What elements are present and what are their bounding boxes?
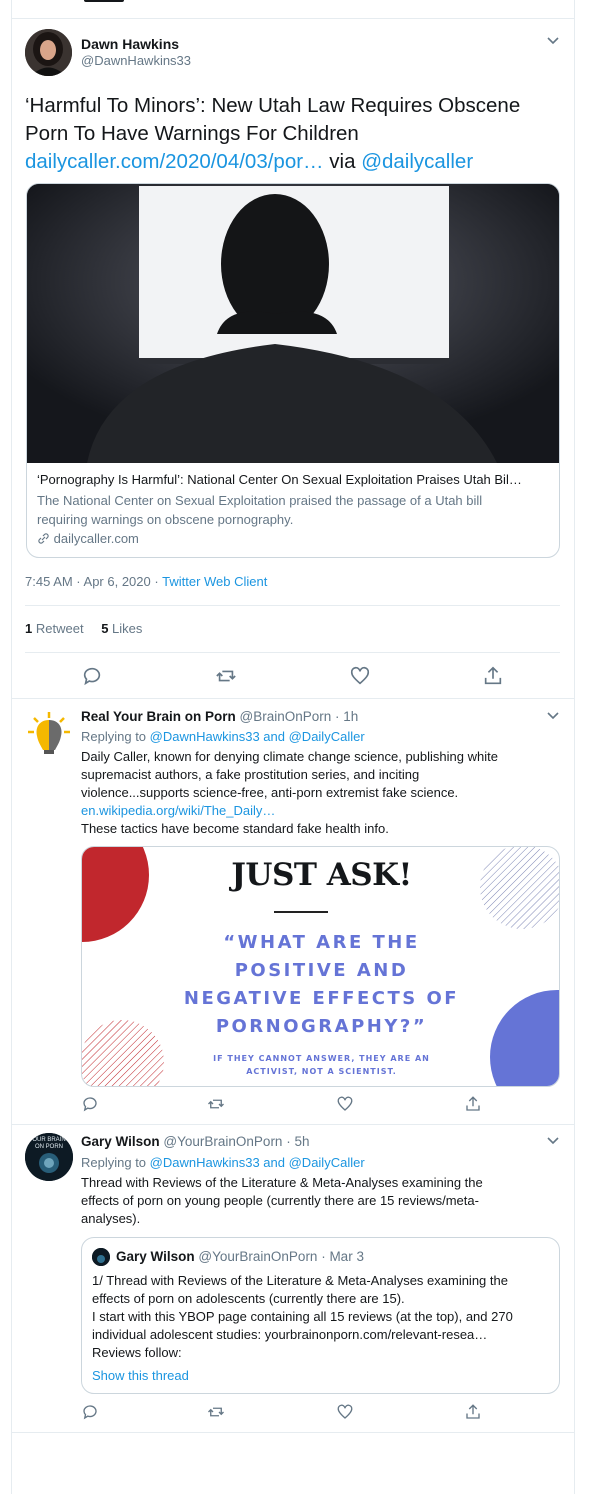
poster-question-line-1: “WHAT ARE THE bbox=[223, 932, 420, 953]
tweet-text-line-2: Porn To Have Warnings For Children bbox=[25, 122, 359, 145]
card-description-line-1: The National Center on Sexual Exploitati… bbox=[37, 493, 483, 508]
reply2-text-line-1: Thread with Reviews of the Literature & … bbox=[81, 1175, 483, 1190]
replying-label: Replying to bbox=[81, 1155, 147, 1170]
link-card[interactable]: ‘Pornography Is Harmful’: National Cente… bbox=[26, 183, 560, 558]
header-remnant bbox=[84, 0, 124, 2]
attached-image[interactable]: JUST ASK! “WHAT ARE THE POSITIVE AND NEG… bbox=[81, 846, 560, 1087]
link-icon bbox=[38, 533, 49, 544]
reply1-text-line-2: supremacist authors, a fake prostitution… bbox=[81, 767, 420, 782]
retweet-count: 1 bbox=[25, 621, 33, 636]
retweet-icon[interactable] bbox=[207, 1403, 225, 1421]
reply1-text-line-4: These tactics have become standard fake … bbox=[81, 821, 389, 836]
avatar[interactable]: OUR BRAIN ON PORN bbox=[25, 1133, 73, 1181]
display-name[interactable]: Dawn Hawkins bbox=[81, 36, 179, 52]
reply-icon[interactable] bbox=[81, 1095, 99, 1113]
via-handle-link[interactable]: @dailycaller bbox=[361, 150, 473, 173]
avatar[interactable] bbox=[25, 710, 73, 758]
handle[interactable]: @DawnHawkins33 bbox=[81, 53, 191, 68]
avatar-text-line-2: ON PORN bbox=[34, 1144, 63, 1150]
retweet-icon[interactable] bbox=[207, 1095, 225, 1113]
replying-to-users[interactable]: @DawnHawkins33 and @DailyCaller bbox=[150, 1155, 365, 1170]
quote-text-line-4: individual adolescent studies: yourbrain… bbox=[92, 1327, 488, 1342]
poster-headline: JUST ASK! bbox=[231, 857, 412, 893]
quote-text-line-1: 1/ Thread with Reviews of the Literature… bbox=[92, 1273, 508, 1288]
retweet-label: Retweet bbox=[35, 621, 84, 636]
replying-to-users[interactable]: @DawnHawkins33 and @DailyCaller bbox=[150, 729, 365, 744]
quote-header: Gary Wilson @YourBrainOnPorn · Mar 3 bbox=[116, 1249, 364, 1264]
wikipedia-link[interactable]: en.wikipedia.org/wiki/The_Daily… bbox=[81, 803, 275, 818]
poster-question-line-2: POSITIVE AND bbox=[234, 960, 409, 981]
divider bbox=[25, 652, 560, 653]
reply1-header: Real Your Brain on Porn @BrainOnPorn · 1… bbox=[81, 709, 358, 724]
poster-question-line-3: NEGATIVE EFFECTS OF bbox=[183, 988, 460, 1009]
quote-text-line-2: effects of porn on adolescents (currentl… bbox=[92, 1291, 405, 1306]
reply-icon[interactable] bbox=[81, 1403, 99, 1421]
display-name[interactable]: Gary Wilson bbox=[81, 1134, 160, 1149]
chevron-down-icon[interactable] bbox=[546, 1136, 560, 1146]
like-icon[interactable] bbox=[349, 665, 371, 687]
divider bbox=[25, 605, 560, 606]
retweet-icon[interactable] bbox=[215, 665, 237, 687]
tweet-text-line-3: dailycaller.com/2020/04/03/por… via @dai… bbox=[25, 149, 473, 175]
divider bbox=[12, 1124, 574, 1125]
display-name: Gary Wilson bbox=[116, 1249, 195, 1264]
share-icon[interactable] bbox=[482, 665, 504, 687]
poster-footnote-line-2: ACTIVIST, NOT A SCIENTIST. bbox=[246, 1067, 397, 1076]
reply2-header: Gary Wilson @YourBrainOnPorn · 5h bbox=[81, 1134, 309, 1149]
engagement-row: 1 Retweet 5 Likes bbox=[25, 621, 142, 636]
tweet-client-link[interactable]: Twitter Web Client bbox=[162, 574, 267, 589]
quote-text-line-5: Reviews follow: bbox=[92, 1345, 182, 1360]
poster-footnote-line-1: IF THEY CANNOT ANSWER, THEY ARE AN bbox=[213, 1054, 430, 1063]
share-icon[interactable] bbox=[464, 1095, 482, 1113]
article-link[interactable]: dailycaller.com/2020/04/03/por… bbox=[25, 150, 324, 173]
divider bbox=[12, 1432, 574, 1433]
avatar-text-line-1: OUR BRAIN bbox=[32, 1137, 66, 1143]
tweet-time[interactable]: 7:45 AM · Apr 6, 2020 bbox=[25, 574, 151, 589]
reply2-text-line-3: analyses). bbox=[81, 1211, 141, 1226]
reply-icon[interactable] bbox=[81, 665, 103, 687]
like-icon[interactable] bbox=[336, 1403, 354, 1421]
tweet-text-line-1: ‘Harmful To Minors’: New Utah Law Requir… bbox=[25, 94, 521, 117]
quote-text-line-3: I start with this YBOP page containing a… bbox=[92, 1309, 513, 1324]
handle-time: @YourBrainOnPorn · Mar 3 bbox=[198, 1249, 364, 1264]
retweet-stat[interactable]: 1 Retweet bbox=[25, 621, 87, 636]
replying-label: Replying to bbox=[81, 729, 147, 744]
replying-to-row: Replying to @DawnHawkins33 and @DailyCal… bbox=[81, 1155, 365, 1170]
reply1-text-line-3: violence...supports science-free, anti-p… bbox=[81, 785, 459, 800]
reply1-text-line-1: Daily Caller, known for denying climate … bbox=[81, 749, 498, 764]
divider bbox=[12, 18, 574, 19]
likes-stat[interactable]: 5 Likes bbox=[101, 621, 142, 636]
quoted-tweet[interactable]: Gary Wilson @YourBrainOnPorn · Mar 3 1/ … bbox=[81, 1237, 560, 1394]
card-image bbox=[27, 184, 559, 463]
card-title: ‘Pornography Is Harmful’: National Cente… bbox=[37, 472, 522, 487]
divider bbox=[12, 698, 574, 699]
show-thread-link[interactable]: Show this thread bbox=[92, 1368, 189, 1383]
poster-question-line-4: PORNOGRAPHY?” bbox=[215, 1016, 428, 1037]
likes-label: Likes bbox=[112, 621, 143, 636]
handle-time[interactable]: @YourBrainOnPorn · 5h bbox=[163, 1134, 309, 1149]
replying-to-row: Replying to @DawnHawkins33 and @DailyCal… bbox=[81, 729, 365, 744]
reply2-text-line-2: effects of porn on young people (current… bbox=[81, 1193, 479, 1208]
separator-dot: · bbox=[154, 574, 159, 589]
likes-count: 5 bbox=[101, 621, 109, 636]
chevron-down-icon[interactable] bbox=[546, 36, 560, 46]
card-domain: dailycaller.com bbox=[53, 531, 139, 546]
card-description-line-2: requiring warnings on obscene pornograph… bbox=[37, 512, 294, 527]
like-icon[interactable] bbox=[336, 1095, 354, 1113]
card-domain-row: dailycaller.com bbox=[37, 531, 139, 546]
chevron-down-icon[interactable] bbox=[546, 711, 560, 721]
via-text: via bbox=[329, 150, 356, 173]
timestamp-row: 7:45 AM · Apr 6, 2020 · Twitter Web Clie… bbox=[25, 574, 267, 589]
avatar[interactable] bbox=[25, 29, 72, 76]
avatar bbox=[92, 1248, 110, 1266]
display-name[interactable]: Real Your Brain on Porn bbox=[81, 709, 236, 724]
share-icon[interactable] bbox=[464, 1403, 482, 1421]
handle-time[interactable]: @BrainOnPorn · 1h bbox=[240, 709, 359, 724]
